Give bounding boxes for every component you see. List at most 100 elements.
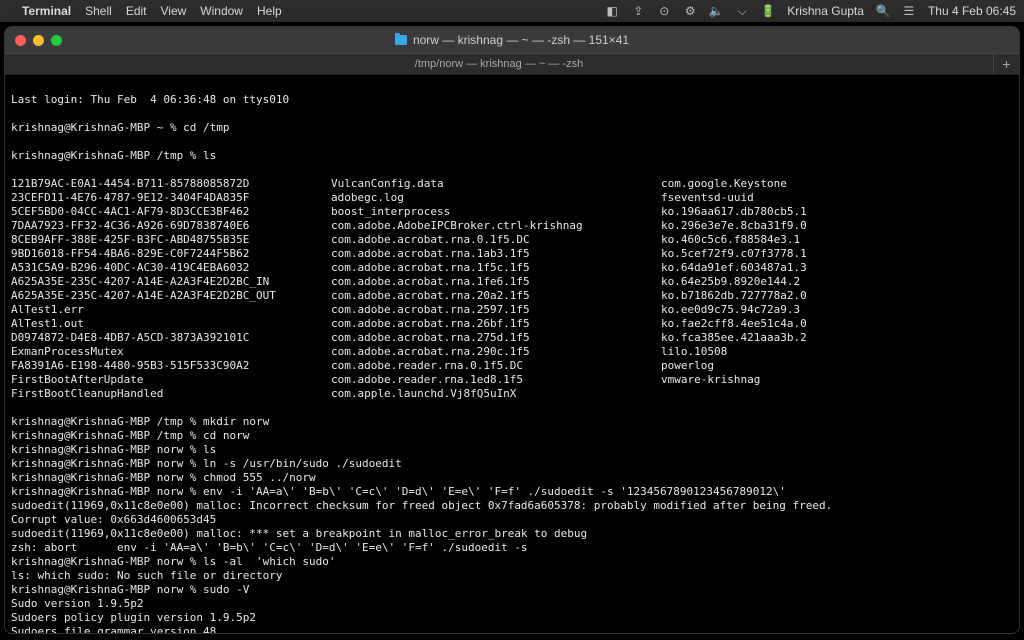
term-line: krishnag@KrishnaG-MBP /tmp % cd norw bbox=[11, 429, 1013, 443]
term-line: krishnag@KrishnaG-MBP norw % env -i 'AA=… bbox=[11, 485, 1013, 499]
term-line: krishnag@KrishnaG-MBP norw % ls -al 'whi… bbox=[11, 555, 1013, 569]
term-line: krishnag@KrishnaG-MBP norw % chmod 555 .… bbox=[11, 471, 1013, 485]
ls-cell: ExmanProcessMutex bbox=[11, 345, 331, 359]
ls-row: ExmanProcessMutexcom.adobe.acrobat.rna.2… bbox=[11, 345, 1013, 359]
ls-cell: 9BD16018-FF54-4BA6-829E-C0F7244F5B62 bbox=[11, 247, 331, 261]
ls-cell: ko.b71862db.727778a2.0 bbox=[661, 289, 807, 303]
term-line: krishnag@KrishnaG-MBP ~ % cd /tmp bbox=[11, 121, 1013, 135]
control-center-icon[interactable]: ☰ bbox=[902, 4, 916, 18]
menu-shell[interactable]: Shell bbox=[85, 4, 112, 18]
ls-cell: AlTest1.err bbox=[11, 303, 331, 317]
ls-cell: com.adobe.reader.rna.0.1f5.DC bbox=[331, 359, 661, 373]
ls-row: FirstBootCleanupHandledcom.apple.launchd… bbox=[11, 387, 1013, 401]
window-title: norw — krishnag — ~ — -zsh — 151×41 bbox=[5, 33, 1019, 47]
term-line: krishnag@KrishnaG-MBP norw % sudo -V bbox=[11, 583, 1013, 597]
ls-cell: FA8391A6-E198-4480-95B3-515F533C90A2 bbox=[11, 359, 331, 373]
ls-cell: ko.5cef72f9.c07f3778.1 bbox=[661, 247, 807, 261]
ls-cell: ko.196aa617.db780cb5.1 bbox=[661, 205, 807, 219]
ls-cell: A531C5A9-B296-40DC-AC30-419C4EBA6032 bbox=[11, 261, 331, 275]
window-titlebar[interactable]: norw — krishnag — ~ — -zsh — 151×41 bbox=[5, 27, 1019, 53]
ls-row: 23CEFD11-4E76-4787-9E12-3404F4DA835Fadob… bbox=[11, 191, 1013, 205]
term-line: Sudoers policy plugin version 1.9.5p2 bbox=[11, 611, 1013, 625]
ls-cell: com.adobe.acrobat.rna.0.1f5.DC bbox=[331, 233, 661, 247]
wifi-icon[interactable]: ⌵ bbox=[735, 4, 749, 18]
ls-cell: boost_interprocess bbox=[331, 205, 661, 219]
ls-cell: com.google.Keystone bbox=[661, 177, 787, 191]
tab-active[interactable]: /tmp/norw — krishnag — ~ — -zsh bbox=[5, 54, 993, 74]
ls-cell: adobegc.log bbox=[331, 191, 661, 205]
term-line: sudoedit(11969,0x11c8e0e00) malloc: *** … bbox=[11, 527, 1013, 541]
ls-row: 5CEF5BD0-04CC-4AC1-AF79-8D3CCE3BF462boos… bbox=[11, 205, 1013, 219]
ls-row: AlTest1.outcom.adobe.acrobat.rna.26bf.1f… bbox=[11, 317, 1013, 331]
tab-bar: /tmp/norw — krishnag — ~ — -zsh + bbox=[5, 53, 1019, 75]
ls-cell: ko.460c5c6.f88584e3.1 bbox=[661, 233, 800, 247]
app-name[interactable]: Terminal bbox=[22, 4, 71, 18]
status-icon[interactable]: ⚙ bbox=[683, 4, 697, 18]
menubar-right: ◧ ⇪ ⊙ ⚙ 🔈 ⌵ 🔋 Krishna Gupta 🔍 ☰ Thu 4 Fe… bbox=[605, 4, 1016, 18]
ls-cell: com.apple.launchd.Vj8fQ5uInX bbox=[331, 387, 661, 401]
ls-cell: D0974872-D4E8-4DB7-A5CD-3873A392101C bbox=[11, 331, 331, 345]
ls-row: FA8391A6-E198-4480-95B3-515F533C90A2com.… bbox=[11, 359, 1013, 373]
search-icon[interactable]: 🔍 bbox=[876, 4, 890, 18]
menu-help[interactable]: Help bbox=[257, 4, 282, 18]
ls-row: 7DAA7923-FF32-4C36-A926-69D7838740E6com.… bbox=[11, 219, 1013, 233]
menu-edit[interactable]: Edit bbox=[126, 4, 147, 18]
term-line: krishnag@KrishnaG-MBP /tmp % ls bbox=[11, 149, 1013, 163]
ls-cell: com.adobe.acrobat.rna.1fe6.1f5 bbox=[331, 275, 661, 289]
folder-icon bbox=[395, 35, 407, 45]
status-icon[interactable]: ⊙ bbox=[657, 4, 671, 18]
ls-cell: fseventsd-uuid bbox=[661, 191, 754, 205]
term-line: Sudoers file grammar version 48 bbox=[11, 625, 1013, 633]
ls-cell: com.adobe.acrobat.rna.1f5c.1f5 bbox=[331, 261, 661, 275]
term-line: krishnag@KrishnaG-MBP /tmp % mkdir norw bbox=[11, 415, 1013, 429]
ls-row: AlTest1.errcom.adobe.acrobat.rna.2597.1f… bbox=[11, 303, 1013, 317]
ls-cell: FirstBootCleanupHandled bbox=[11, 387, 331, 401]
term-line: sudoedit(11969,0x11c8e0e00) malloc: Inco… bbox=[11, 499, 1013, 513]
status-icon[interactable]: ⇪ bbox=[631, 4, 645, 18]
term-line: zsh: abort env -i 'AA=a\' 'B=b\' 'C=c\' … bbox=[11, 541, 1013, 555]
ls-cell: com.adobe.acrobat.rna.1ab3.1f5 bbox=[331, 247, 661, 261]
ls-cell: 5CEF5BD0-04CC-4AC1-AF79-8D3CCE3BF462 bbox=[11, 205, 331, 219]
status-icon[interactable]: ◧ bbox=[605, 4, 619, 18]
menubar-user[interactable]: Krishna Gupta bbox=[787, 4, 864, 18]
ls-cell: com.adobe.acrobat.rna.20a2.1f5 bbox=[331, 289, 661, 303]
ls-cell: com.adobe.acrobat.rna.26bf.1f5 bbox=[331, 317, 661, 331]
ls-cell: com.adobe.reader.rna.1ed8.1f5 bbox=[331, 373, 661, 387]
ls-cell: com.adobe.acrobat.rna.290c.1f5 bbox=[331, 345, 661, 359]
ls-row: 8CEB9AFF-388E-425F-B3FC-ABD48755B35Ecom.… bbox=[11, 233, 1013, 247]
ls-cell: 7DAA7923-FF32-4C36-A926-69D7838740E6 bbox=[11, 219, 331, 233]
menu-window[interactable]: Window bbox=[200, 4, 243, 18]
ls-cell: ko.64da91ef.603487a1.3 bbox=[661, 261, 807, 275]
new-tab-button[interactable]: + bbox=[993, 54, 1019, 74]
ls-cell: ko.fca385ee.421aaa3b.2 bbox=[661, 331, 807, 345]
term-line: krishnag@KrishnaG-MBP norw % ls bbox=[11, 443, 1013, 457]
ls-cell: com.adobe.AdobeIPCBroker.ctrl-krishnag bbox=[331, 219, 661, 233]
ls-row: A625A35E-235C-4207-A14E-A2A3F4E2D2BC_OUT… bbox=[11, 289, 1013, 303]
ls-cell: 121B79AC-E0A1-4454-B711-85788085872D bbox=[11, 177, 331, 191]
window-title-text: norw — krishnag — ~ — -zsh — 151×41 bbox=[413, 33, 629, 47]
ls-row: 9BD16018-FF54-4BA6-829E-C0F7244F5B62com.… bbox=[11, 247, 1013, 261]
term-line: Last login: Thu Feb 4 06:36:48 on ttys01… bbox=[11, 93, 1013, 107]
ls-row: 121B79AC-E0A1-4454-B711-85788085872DVulc… bbox=[11, 177, 1013, 191]
battery-icon[interactable]: 🔋 bbox=[761, 4, 775, 18]
term-line: Corrupt value: 0x663d4600653d45 bbox=[11, 513, 1013, 527]
ls-cell: 8CEB9AFF-388E-425F-B3FC-ABD48755B35E bbox=[11, 233, 331, 247]
ls-cell: AlTest1.out bbox=[11, 317, 331, 331]
term-line: Sudo version 1.9.5p2 bbox=[11, 597, 1013, 611]
ls-row: A531C5A9-B296-40DC-AC30-419C4EBA6032com.… bbox=[11, 261, 1013, 275]
ls-cell: FirstBootAfterUpdate bbox=[11, 373, 331, 387]
volume-icon[interactable]: 🔈 bbox=[709, 4, 723, 18]
ls-cell: lilo.10508 bbox=[661, 345, 727, 359]
ls-cell: com.adobe.acrobat.rna.275d.1f5 bbox=[331, 331, 661, 345]
ls-cell: 23CEFD11-4E76-4787-9E12-3404F4DA835F bbox=[11, 191, 331, 205]
macos-menubar: Terminal Shell Edit View Window Help ◧ ⇪… bbox=[0, 0, 1024, 22]
ls-row: D0974872-D4E8-4DB7-A5CD-3873A392101Ccom.… bbox=[11, 331, 1013, 345]
ls-cell: ko.fae2cff8.4ee51c4a.0 bbox=[661, 317, 807, 331]
terminal-output[interactable]: Last login: Thu Feb 4 06:36:48 on ttys01… bbox=[5, 75, 1019, 633]
ls-cell: powerlog bbox=[661, 359, 714, 373]
menu-view[interactable]: View bbox=[161, 4, 187, 18]
ls-row: A625A35E-235C-4207-A14E-A2A3F4E2D2BC_INc… bbox=[11, 275, 1013, 289]
ls-cell: ko.64e25b9.8920e144.2 bbox=[661, 275, 800, 289]
menubar-clock[interactable]: Thu 4 Feb 06:45 bbox=[928, 4, 1016, 18]
ls-cell: A625A35E-235C-4207-A14E-A2A3F4E2D2BC_IN bbox=[11, 275, 331, 289]
